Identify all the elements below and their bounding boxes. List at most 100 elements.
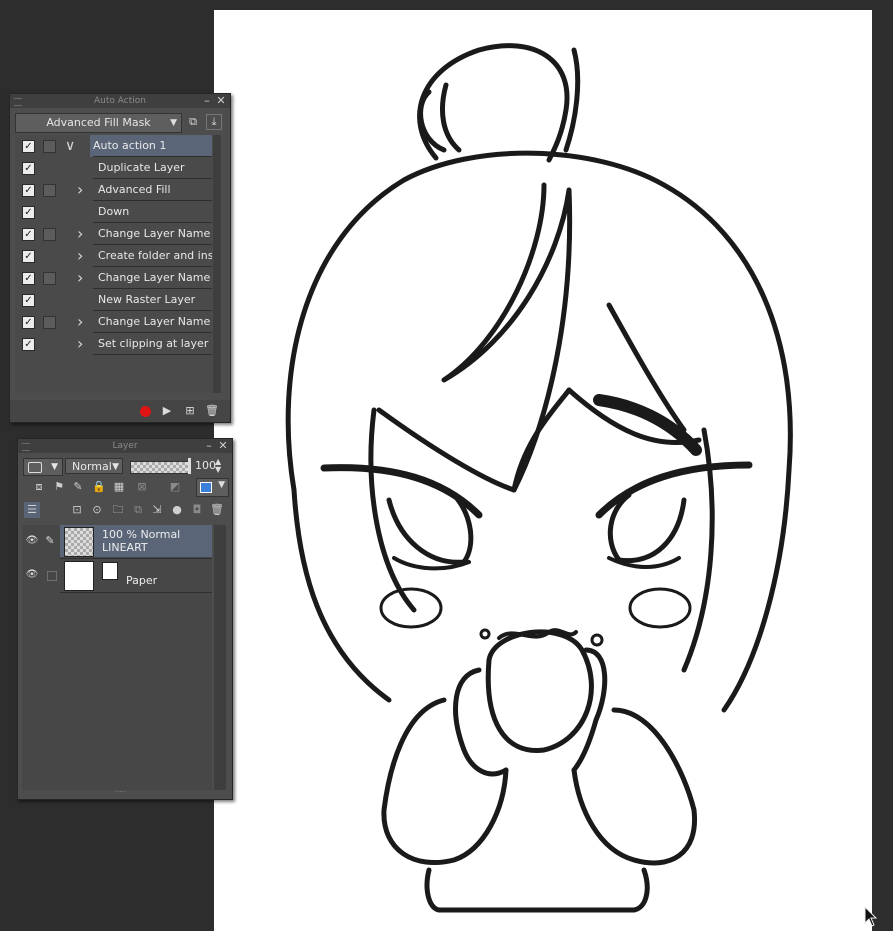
opacity-value[interactable]: 100 xyxy=(195,458,216,474)
layer-shape-icon xyxy=(28,462,42,473)
draft-icon[interactable]: ✎ xyxy=(71,480,85,494)
apply-mask-icon[interactable]: ◘ xyxy=(190,503,204,517)
new-folder-icon[interactable]: 🗀 xyxy=(111,503,125,517)
mouse-cursor-icon xyxy=(864,906,878,927)
chevron-right-icon[interactable]: › xyxy=(77,333,83,355)
chevron-down-icon: ▼ xyxy=(170,118,177,128)
enable-checkbox[interactable]: ✓ xyxy=(22,316,35,329)
layer-thumbnail xyxy=(64,561,94,591)
clip-icon[interactable]: ⧈ xyxy=(32,480,46,494)
chevron-right-icon[interactable]: › xyxy=(77,223,83,245)
auto-action-titlebar[interactable]: Auto Action – ✕ xyxy=(10,94,230,108)
dialog-toggle-checkbox[interactable] xyxy=(43,272,56,285)
close-icon[interactable]: ✕ xyxy=(215,94,227,108)
enable-checkbox[interactable]: ✓ xyxy=(22,206,35,219)
auto-action-item[interactable]: ✓ › Change Layer Name xyxy=(15,267,212,289)
chevron-down-icon[interactable]: ∨ xyxy=(65,135,75,157)
duplicate-set-icon[interactable]: ⧉ xyxy=(185,114,201,130)
layer-property-dropdown[interactable]: ▼ xyxy=(23,458,63,476)
resize-grip-icon[interactable]: ····· xyxy=(115,788,126,796)
transfer-down-icon[interactable]: ⧉ xyxy=(131,503,145,517)
row-divider xyxy=(60,592,212,593)
new-raster-layer-icon[interactable]: ⊡ xyxy=(70,503,84,517)
auto-action-item-label: Advanced Fill xyxy=(98,183,171,196)
dialog-toggle-checkbox[interactable] xyxy=(43,140,56,153)
chevron-down-icon: ▼ xyxy=(218,480,225,490)
auto-action-item[interactable]: ✓ New Raster Layer xyxy=(15,289,212,311)
auto-action-item-label: Down xyxy=(98,205,130,218)
paper-layer-icon xyxy=(102,562,118,580)
auto-action-item[interactable]: ✓ › Set clipping at layer belo xyxy=(15,333,212,355)
enable-checkbox[interactable]: ✓ xyxy=(22,162,35,175)
record-icon[interactable] xyxy=(140,406,151,417)
add-command-icon[interactable]: ⊞ xyxy=(182,403,198,419)
reference-icon[interactable]: ⚑ xyxy=(52,480,66,494)
enable-checkbox[interactable]: ✓ xyxy=(22,338,35,351)
layer-thumbnail xyxy=(64,527,94,557)
auto-action-item[interactable]: ✓ › Change Layer Name xyxy=(15,223,212,245)
close-icon[interactable]: ✕ xyxy=(217,439,229,453)
enable-checkbox[interactable]: ✓ xyxy=(22,228,35,241)
lock-transparency-icon[interactable]: ▦ xyxy=(112,480,126,494)
layer-list-view-icon[interactable]: ☰ xyxy=(24,502,40,518)
layer-panel: Layer – ✕ ▼ Normal ▼ 100 ▲ ▼ ⧈ ⚑ ✎ 🔒 ▦ ⊠ … xyxy=(17,438,233,800)
auto-action-item[interactable]: ✓ Down xyxy=(15,201,212,223)
visibility-eye-icon[interactable]: 👁 xyxy=(25,534,39,548)
drawing-canvas[interactable] xyxy=(214,10,872,931)
layer-name: LINEART xyxy=(102,541,148,554)
layer-color-dropdown[interactable]: ▼ xyxy=(196,478,229,497)
auto-action-item[interactable]: ✓ › Advanced Fill xyxy=(15,179,212,201)
auto-action-panel: Auto Action – ✕ Advanced Fill Mask ▼ ⧉ ⤓… xyxy=(9,93,231,423)
blend-mode-value: Normal xyxy=(72,460,112,473)
auto-action-item-label: New Raster Layer xyxy=(98,293,196,306)
dialog-toggle-checkbox[interactable] xyxy=(43,228,56,241)
create-mask-icon[interactable]: ● xyxy=(170,503,184,517)
auto-action-item[interactable]: ✓ › Change Layer Name xyxy=(15,311,212,333)
combine-down-icon[interactable]: ⇲ xyxy=(150,503,164,517)
opacity-slider-handle[interactable] xyxy=(188,458,191,474)
layer-select-box[interactable] xyxy=(47,571,57,581)
dialog-toggle-checkbox[interactable] xyxy=(43,316,56,329)
play-icon[interactable]: ▶ xyxy=(159,403,175,419)
dialog-toggle-checkbox[interactable] xyxy=(43,184,56,197)
enable-checkbox[interactable]: ✓ xyxy=(22,272,35,285)
auto-action-set-dropdown[interactable]: Advanced Fill Mask ▼ xyxy=(15,113,182,133)
auto-action-list: ✓ ∨ Auto action 1 ✓ Duplicate Layer ✓ › Advance… xyxy=(15,135,212,393)
editing-pen-icon: ✎ xyxy=(45,534,55,547)
minimize-icon[interactable]: – xyxy=(201,94,213,108)
chevron-right-icon[interactable]: › xyxy=(77,267,83,289)
lineart-illustration xyxy=(285,43,793,913)
layer-mode-text: 100 % Normal xyxy=(102,528,181,541)
auto-action-item-label: Set clipping at layer belo xyxy=(98,337,212,350)
chevron-right-icon[interactable]: › xyxy=(77,245,83,267)
enable-checkbox[interactable]: ✓ xyxy=(22,140,35,153)
blend-mode-select[interactable]: Normal ▼ xyxy=(65,458,123,474)
visibility-eye-icon[interactable]: 👁 xyxy=(25,568,39,582)
auto-action-scrollbar[interactable] xyxy=(213,135,221,393)
auto-action-item[interactable]: ✓ › Create folder and insert l xyxy=(15,245,212,267)
import-icon[interactable]: ⤓ xyxy=(206,114,222,130)
delete-icon[interactable]: 🗑 xyxy=(204,403,220,419)
minimize-icon[interactable]: – xyxy=(203,439,215,453)
enable-checkbox[interactable]: ✓ xyxy=(22,294,35,307)
chevron-right-icon[interactable]: › xyxy=(77,179,83,201)
lock-icon[interactable]: 🔒 xyxy=(92,480,106,494)
opacity-slider[interactable] xyxy=(130,461,190,474)
layer-titlebar[interactable]: Layer – ✕ xyxy=(18,439,232,453)
auto-action-item[interactable]: ✓ ∨ Auto action 1 xyxy=(15,135,212,157)
enable-checkbox[interactable]: ✓ xyxy=(22,184,35,197)
delete-layer-icon[interactable]: 🗑 xyxy=(210,503,224,517)
auto-action-item-label: Change Layer Name xyxy=(98,227,211,240)
auto-action-title: Auto Action xyxy=(94,96,146,106)
enable-checkbox[interactable]: ✓ xyxy=(22,250,35,263)
new-vector-layer-icon[interactable]: ⊙ xyxy=(90,503,104,517)
mask-enable-icon[interactable]: ⊠ xyxy=(135,480,149,494)
layer-name: Paper xyxy=(126,574,158,587)
panel-grip-icon[interactable] xyxy=(14,98,22,106)
ruler-icon[interactable]: ◩ xyxy=(168,480,182,494)
auto-action-item[interactable]: ✓ Duplicate Layer xyxy=(15,157,212,179)
opacity-stepper-icon[interactable]: ▲ ▼ xyxy=(215,458,221,474)
chevron-right-icon[interactable]: › xyxy=(77,311,83,333)
panel-grip-icon[interactable] xyxy=(22,443,30,451)
layer-scrollbar[interactable] xyxy=(214,525,226,790)
